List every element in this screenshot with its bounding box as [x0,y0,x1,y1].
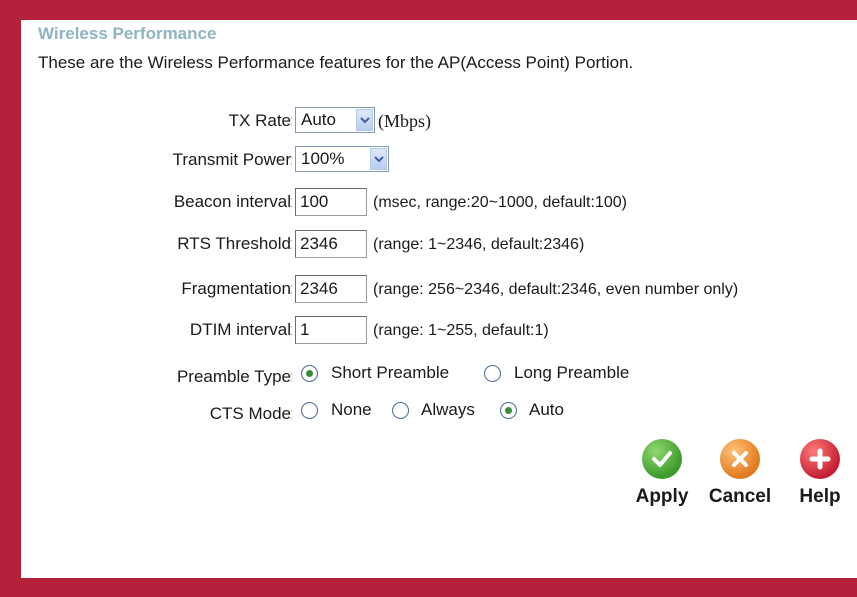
help-label: Help [799,486,841,507]
colon: : [289,404,294,423]
long-preamble-label: Long Preamble [514,363,630,382]
fragmentation-hint: (range: 256~2346, default:2346, even num… [373,281,739,298]
preamble-type-label: Preamble Type [176,367,291,386]
cts-mode-label: CTS Mode [209,404,291,423]
dtim-interval-label: DTIM interval [189,320,291,339]
cts-mode-row: CTS Mode : None Always Auto [21,400,857,430]
plus-icon[interactable] [800,439,840,479]
colon: : [289,279,294,298]
chevron-down-icon[interactable] [370,148,387,170]
rts-threshold-hint: (range: 1~2346, default:2346) [373,236,585,253]
tx-rate-unit: (Mbps) [378,111,431,131]
dtim-interval-row: DTIM interval : (range: 1~255, default:1… [21,316,857,346]
beacon-interval-label: Beacon interval [173,192,291,211]
colon: : [289,320,294,339]
preamble-type-row: Preamble Type : Short Preamble Long Prea… [21,363,857,393]
long-preamble-radio[interactable] [484,365,501,382]
short-preamble-label: Short Preamble [331,363,450,382]
apply-label: Apply [635,486,689,507]
transmit-power-label: Transmit Power [172,150,291,169]
fragmentation-label: Fragmentation [181,279,291,298]
colon: : [289,111,294,130]
tx-rate-select[interactable]: Auto [295,107,375,133]
transmit-power-value: 100% [301,149,345,168]
help-button[interactable]: Help [785,439,855,508]
cts-always-radio[interactable] [392,402,409,419]
fragmentation-input[interactable] [295,275,367,303]
cancel-button[interactable]: Cancel [705,439,775,508]
transmit-power-select[interactable]: 100% [295,146,389,172]
rts-threshold-input[interactable] [295,230,367,258]
section-description: These are the Wireless Performance featu… [38,53,634,72]
chevron-down-icon[interactable] [356,109,373,131]
cancel-label: Cancel [708,486,772,507]
short-preamble-radio[interactable] [301,365,318,382]
tx-rate-row: TX Rate : Auto (Mbps) [21,107,857,137]
beacon-interval-hint: (msec, range:20~1000, default:100) [373,194,627,211]
x-icon[interactable] [720,439,760,479]
cts-none-radio[interactable] [301,402,318,419]
colon: : [289,192,294,211]
apply-button[interactable]: Apply [627,439,697,508]
check-icon[interactable] [642,439,682,479]
rts-threshold-label: RTS Threshold [177,234,291,253]
cts-always-label: Always [421,400,475,419]
transmit-power-row: Transmit Power : 100% [21,146,857,176]
colon: : [289,367,294,386]
dtim-interval-hint: (range: 1~255, default:1) [373,322,549,339]
colon: : [289,234,294,253]
cts-none-label: None [331,400,372,419]
settings-panel: Wireless Performance These are the Wirel… [21,20,857,578]
fragmentation-row: Fragmentation : (range: 256~2346, defaul… [21,275,857,305]
cts-auto-label: Auto [529,400,564,419]
tx-rate-label: TX Rate [228,111,291,130]
beacon-interval-row: Beacon interval : (msec, range:20~1000, … [21,188,857,218]
tx-rate-value: Auto [301,110,336,129]
section-heading: Wireless Performance [38,24,217,43]
dtim-interval-input[interactable] [295,316,367,344]
cts-auto-radio[interactable] [500,402,517,419]
colon: : [289,150,294,169]
rts-threshold-row: RTS Threshold : (range: 1~2346, default:… [21,230,857,260]
beacon-interval-input[interactable] [295,188,367,216]
